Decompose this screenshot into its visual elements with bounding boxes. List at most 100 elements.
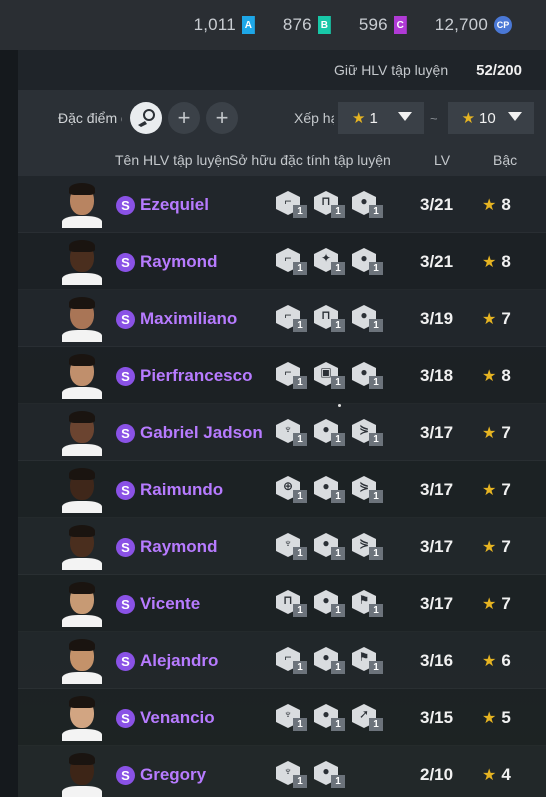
trait-ball-foot-icon[interactable]: ● 1 [314, 533, 346, 561]
coach-row[interactable]: S Raymond ♆ 1 ● 1 ⋟ 1 3/17 ★ 7 [18, 518, 546, 575]
coach-rank-value: 7 [501, 423, 511, 442]
coach-avatar [60, 353, 104, 399]
s-grade-badge-icon: S [116, 481, 135, 500]
rank-from-dropdown[interactable]: ★ 1 [338, 102, 424, 134]
trait-whistle-icon[interactable]: ⋟ 1 [352, 476, 384, 504]
trait-sprint-icon[interactable]: ➚ 1 [352, 704, 384, 732]
coach-row[interactable]: S Vicente ⊓ 1 ● 1 ⚑ 1 3/17 ★ 7 [18, 575, 546, 632]
trait-target-icon[interactable]: ⊕ 1 [276, 476, 308, 504]
trait-trophy-icon[interactable]: ♆ 1 [276, 533, 308, 561]
trait-keeper-icon[interactable]: ▣ 1 [314, 362, 346, 390]
coach-traits: ⌐ 1 ✦ 1 ● 1 [276, 248, 384, 276]
column-header-traits[interactable]: Sở hữu đặc tính tập luyện [229, 152, 391, 168]
s-grade-badge-icon: S [116, 709, 135, 728]
trait-whistle-icon[interactable]: ⋟ 1 [352, 419, 384, 447]
column-header-lv[interactable]: LV [434, 152, 450, 168]
coach-rank-value: 4 [501, 765, 511, 784]
trait-ball-foot-icon[interactable]: ● 1 [314, 761, 346, 789]
trait-boot-icon[interactable]: ⌐ 1 [276, 647, 308, 675]
trait-ball-foot-icon[interactable]: ● 1 [352, 362, 384, 390]
coach-rank-value: 7 [501, 594, 511, 613]
trait-ball-foot-icon[interactable]: ● 1 [314, 476, 346, 504]
trait-boot-icon[interactable]: ⌐ 1 [276, 362, 308, 390]
trait-goal-icon[interactable]: ⊓ 1 [276, 590, 308, 618]
left-strip [0, 50, 18, 797]
trait-level: 1 [331, 205, 345, 218]
trait-goal-icon[interactable]: ⊓ 1 [314, 191, 346, 219]
trait-filter-add-button[interactable]: + [168, 102, 200, 134]
coach-row[interactable]: S Gregory ♆ 1 ● 1 2/10 ★ 4 [18, 746, 546, 797]
trait-star-player-icon[interactable]: ✦ 1 [314, 248, 346, 276]
currency-item: 596 C [359, 15, 407, 35]
trait-level: 1 [331, 547, 345, 560]
coach-row[interactable]: S Ezequiel ⌐ 1 ⊓ 1 ● 1 3/21 ★ 8 [18, 176, 546, 233]
coach-rank: ★ 7 [482, 309, 511, 329]
coach-row[interactable]: S Raymond ⌐ 1 ✦ 1 ● 1 3/21 ★ 8 [18, 233, 546, 290]
trait-trophy-icon[interactable]: ♆ 1 [276, 704, 308, 732]
avatar-hair [69, 753, 95, 765]
coach-row[interactable]: S Pierfrancesco ⌐ 1 ▣ 1 ● 1 3/18 ★ 8 [18, 347, 546, 404]
trait-whistle-icon[interactable]: ⋟ 1 [352, 533, 384, 561]
coach-avatar [60, 752, 104, 797]
coach-avatar [60, 410, 104, 456]
trait-level: 1 [331, 262, 345, 275]
currency-bar: 1,011 A 876 B 596 C 12,700 CP [0, 0, 546, 50]
coach-avatar [60, 524, 104, 570]
avatar-shirt [62, 615, 102, 627]
coach-avatar [60, 467, 104, 513]
trait-level: 1 [293, 319, 307, 332]
star-icon: ★ [482, 311, 497, 328]
coach-rank: ★ 7 [482, 594, 511, 614]
trait-ball-foot-icon[interactable]: ● 1 [352, 305, 384, 333]
trait-level: 1 [331, 319, 345, 332]
coach-rank-value: 8 [501, 366, 511, 385]
rank-to-dropdown[interactable]: ★ 10 [447, 102, 534, 134]
trait-filter-add-button[interactable]: + [206, 102, 238, 134]
coach-name: Venancio [140, 708, 215, 727]
trait-runner-icon[interactable]: ⚑ 1 [352, 590, 384, 618]
avatar-hair [69, 183, 95, 195]
currency-value: 12,700 [434, 15, 488, 34]
trait-ball-foot-icon[interactable]: ● 1 [352, 248, 384, 276]
column-header-rank[interactable]: Bậc [493, 152, 517, 168]
trait-runner-icon[interactable]: ⚑ 1 [352, 647, 384, 675]
trait-ball-foot-icon[interactable]: ● 1 [314, 704, 346, 732]
trait-boot-icon[interactable]: ⌐ 1 [276, 191, 308, 219]
coach-capacity: Giữ HLV tập luyện 52/200 [18, 50, 546, 90]
s-grade-badge-icon: S [116, 196, 135, 215]
coach-rank: ★ 6 [482, 651, 511, 671]
trait-level: 1 [331, 775, 345, 788]
trait-trophy-icon[interactable]: ♆ 1 [276, 761, 308, 789]
trait-level: 1 [293, 604, 307, 617]
coach-row[interactable]: S Venancio ♆ 1 ● 1 ➚ 1 3/15 ★ 5 [18, 689, 546, 746]
coach-rank: ★ 7 [482, 480, 511, 500]
star-icon: ★ [482, 482, 497, 499]
coach-row[interactable]: S Alejandro ⌐ 1 ● 1 ⚑ 1 3/16 ★ 6 [18, 632, 546, 689]
trait-ball-foot-icon[interactable]: ● 1 [352, 191, 384, 219]
star-icon: ★ [461, 110, 476, 127]
coach-row[interactable]: S Gabriel Jadson ♆ 1 ● 1 ⋟ 1 3/17 ★ 7 [18, 404, 546, 461]
coach-avatar [60, 239, 104, 285]
coach-rank: ★ 8 [482, 195, 511, 215]
trait-filter-slot-ball-icon[interactable] [130, 102, 162, 134]
trait-ball-foot-icon[interactable]: ● 1 [314, 647, 346, 675]
currency-item: 1,011 A [194, 15, 255, 35]
trait-boot-icon[interactable]: ⌐ 1 [276, 305, 308, 333]
column-header-name[interactable]: Tên HLV tập luyện [115, 152, 230, 168]
trait-ball-foot-icon[interactable]: ● 1 [314, 419, 346, 447]
avatar-shirt [62, 672, 102, 684]
trait-trophy-icon[interactable]: ♆ 1 [276, 419, 308, 447]
trait-ball-foot-icon[interactable]: ● 1 [314, 590, 346, 618]
trait-goal-icon[interactable]: ⊓ 1 [314, 305, 346, 333]
coach-row[interactable]: S Maximiliano ⌐ 1 ⊓ 1 ● 1 3/19 ★ 7 [18, 290, 546, 347]
coach-rank: ★ 8 [482, 252, 511, 272]
coach-traits: ♆ 1 ● 1 ⋟ 1 [276, 419, 384, 447]
coach-lv: 3/17 [420, 423, 454, 442]
coach-row[interactable]: S Raimundo ⊕ 1 ● 1 ⋟ 1 3/17 ★ 7 [18, 461, 546, 518]
avatar-shirt [62, 558, 102, 570]
coach-rank-value: 7 [501, 537, 511, 556]
s-grade-badge-icon: S [116, 310, 135, 329]
trait-level: 1 [331, 433, 345, 446]
table-header: Tên HLV tập luyện Sở hữu đặc tính tập lu… [18, 146, 546, 176]
trait-boot-icon[interactable]: ⌐ 1 [276, 248, 308, 276]
